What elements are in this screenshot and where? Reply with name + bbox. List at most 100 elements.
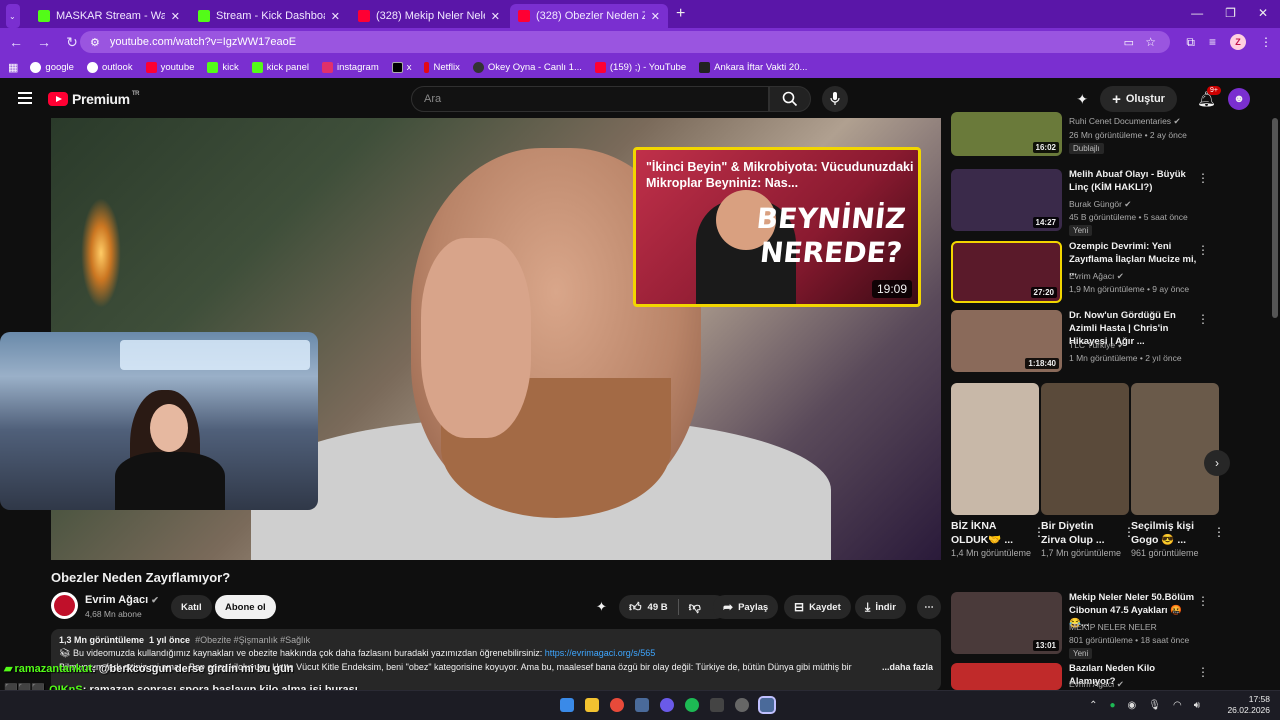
description-link[interactable]: https://evrimagaci.org/s/565	[545, 648, 656, 658]
short-item[interactable]: Bir Diyetin Zirva Olup ... 1,7 Mn görünt…	[1041, 383, 1135, 560]
channel-avatar[interactable]	[51, 592, 78, 619]
close-icon[interactable]: ✕	[491, 10, 500, 23]
subscribe-button[interactable]: Abone ol	[215, 595, 276, 619]
steam-icon[interactable]	[635, 698, 649, 712]
taskbar-clock[interactable]: 17:58 26.02.2026	[1227, 694, 1270, 717]
search-button[interactable]	[769, 86, 811, 112]
discord-icon[interactable]	[660, 698, 674, 712]
short-thumbnail[interactable]	[1131, 383, 1219, 515]
bookmark-star-icon[interactable]: ☆	[1145, 35, 1156, 49]
chrome-icon[interactable]	[610, 698, 624, 712]
tray-app-icon[interactable]: ●	[1109, 700, 1115, 711]
related-thumbnail[interactable]: 27:20	[951, 241, 1062, 303]
tab-obezler-video[interactable]: (328) Obezler Neden Zayıflamıy ✕	[510, 4, 668, 28]
app-icon[interactable]	[735, 698, 749, 712]
download-button[interactable]: ⤓ İndir	[855, 595, 906, 619]
related-video[interactable]: 27:20 Ozempic Devrimi: Yeni Zayıflama İl…	[951, 241, 1221, 305]
save-button[interactable]: ⊟ Kaydet	[784, 595, 851, 619]
extensions-icon[interactable]: ⧉	[1186, 35, 1195, 50]
tab-search-button[interactable]: ⌄	[6, 4, 20, 28]
related-channel[interactable]: MEKİP NELER NELER	[1069, 622, 1157, 632]
media-icon[interactable]: ≡	[1209, 35, 1216, 49]
related-thumbnail[interactable]: 1:18:40	[951, 310, 1062, 372]
wifi-icon[interactable]: ◠	[1173, 700, 1182, 711]
profile-avatar[interactable]: Z	[1230, 34, 1246, 50]
related-channel[interactable]: Ruhi Cenet Documentaries ✔	[1069, 116, 1181, 127]
related-channel[interactable]: TLC Türkiye ✔	[1069, 340, 1125, 351]
file-explorer-icon[interactable]	[585, 698, 599, 712]
more-options-icon[interactable]: ⋮	[1197, 312, 1209, 326]
back-icon[interactable]: ←	[4, 34, 28, 50]
bookmark-instagram[interactable]: instagram	[322, 61, 379, 73]
notifications-button[interactable]: 🔔︎ 9+	[1197, 85, 1221, 109]
volume-icon[interactable]: 🔊︎	[1194, 700, 1200, 711]
page-scrollbar[interactable]	[1272, 118, 1278, 318]
obs-icon[interactable]	[710, 698, 724, 712]
tab-kick-dashboard[interactable]: Stream - Kick Dashboard ✕	[190, 4, 348, 28]
bookmark-okey[interactable]: Okey Oyna - Canlı 1...	[472, 61, 582, 73]
close-window-icon[interactable]: ✕	[1258, 6, 1268, 20]
related-channel[interactable]: Burak Güngör ✔	[1069, 199, 1131, 210]
maximize-icon[interactable]: ❐	[1225, 6, 1236, 20]
hashtags[interactable]: #Obezite #Şişmanlık #Sağlık	[195, 635, 310, 645]
bookmark-kick[interactable]: kick	[207, 61, 239, 73]
bookmark-kick-panel[interactable]: kick panel	[251, 61, 309, 73]
cast-gem-icon[interactable]: ✦	[1076, 91, 1088, 108]
tab-mekip-video[interactable]: (328) Mekip Neler Neler 50.Bölü ✕	[350, 4, 508, 28]
related-video[interactable]: Bazıları Neden Kilo Alamıyor? Evrim Ağac…	[951, 663, 1221, 693]
bookmark-netflix[interactable]: Netflix	[424, 61, 460, 73]
hamburger-menu-icon[interactable]	[18, 92, 32, 104]
minimize-icon[interactable]: —	[1191, 6, 1203, 20]
more-options-icon[interactable]: ⋮	[1197, 665, 1209, 679]
short-item[interactable]: BİZ İKNA OLDUK🤝 ... 1,4 Mn görüntüleme ⋮	[951, 383, 1045, 560]
share-button[interactable]: ➦ Paylaş	[713, 595, 779, 619]
browser-menu-icon[interactable]: ⋮	[1260, 35, 1272, 49]
end-screen-video-card[interactable]: "İkinci Beyin" & Mikrobiyota: Vücudunuzd…	[633, 147, 921, 307]
create-button[interactable]: + Oluştur	[1100, 86, 1177, 112]
new-tab-button[interactable]: +	[676, 5, 685, 23]
gem-icon[interactable]: ✦	[596, 599, 607, 615]
windows-start-icon[interactable]	[560, 698, 574, 712]
more-options-icon[interactable]: ⋮	[1213, 525, 1225, 539]
related-video[interactable]: 13:01 Mekip Neler Neler 50.Bölüm Cibonun…	[951, 592, 1221, 659]
more-options-icon[interactable]: ⋮	[1197, 594, 1209, 608]
short-thumbnail[interactable]	[1041, 383, 1129, 515]
dislike-icon[interactable]: 👎︎	[689, 600, 701, 615]
tray-steam-icon[interactable]: ◉	[1128, 700, 1137, 711]
close-icon[interactable]: ✕	[651, 10, 660, 23]
related-thumbnail[interactable]: 14:27	[951, 169, 1062, 231]
more-actions-button[interactable]: ⋯	[917, 595, 941, 619]
bookmark-youtube-159[interactable]: (159) ;) - YouTube	[594, 61, 686, 73]
related-video[interactable]: 14:27 Melih Abuaf Olayı - Büyük Linç (Kİ…	[951, 169, 1221, 236]
related-thumbnail[interactable]: 13:01	[951, 592, 1062, 654]
site-info-icon[interactable]: ⚙	[90, 36, 100, 49]
short-title[interactable]: Seçilmiş kişi Gogo 😎 ...	[1131, 519, 1201, 547]
video-description[interactable]: 1,3 Mn görüntüleme 1 yıl önce #Obezite #…	[51, 629, 941, 691]
close-icon[interactable]: ✕	[171, 10, 180, 23]
address-bar[interactable]: ⚙ youtube.com/watch?v=IgzWW17eaoE ▭ ☆	[80, 31, 1170, 53]
short-thumbnail[interactable]	[951, 383, 1039, 515]
related-channel[interactable]: Evrim Ağacı ✔	[1069, 679, 1124, 690]
tray-mic-icon[interactable]: 🎙︎	[1148, 700, 1161, 711]
related-thumbnail[interactable]: 16:02	[951, 112, 1062, 156]
like-icon[interactable]: 👍︎	[629, 600, 642, 615]
more-options-icon[interactable]: ⋮	[1197, 243, 1209, 257]
related-channel[interactable]: Evrim Ağacı ✔	[1069, 271, 1124, 282]
close-icon[interactable]: ✕	[331, 10, 340, 23]
show-more-link[interactable]: ...daha fazla	[877, 662, 933, 672]
youtube-premium-logo[interactable]: Premium TR	[48, 91, 140, 107]
voice-search-button[interactable]	[822, 86, 848, 112]
forward-icon[interactable]: →	[32, 34, 56, 50]
short-item[interactable]: Seçilmiş kişi Gogo 😎 ... 961 görüntüleme…	[1131, 383, 1225, 560]
like-count[interactable]: 49 B	[648, 602, 668, 613]
channel-name[interactable]: Evrim Ağacı ✔	[85, 594, 159, 606]
bookmark-outlook[interactable]: outlook	[86, 61, 133, 73]
tab-maskar-stream[interactable]: MASKAR Stream - Watch Live o ✕	[30, 4, 188, 28]
bookmark-ankara-iftar[interactable]: Ankara İftar Vakti 20...	[699, 61, 807, 73]
steam-active-icon[interactable]	[758, 696, 776, 714]
spotify-icon[interactable]	[685, 698, 699, 712]
cast-icon[interactable]: ▭	[1124, 36, 1134, 49]
apps-icon[interactable]: ▦	[8, 61, 18, 74]
shorts-next-button[interactable]: ›	[1204, 450, 1230, 476]
related-video[interactable]: 16:02 Ruhi Cenet Documentaries ✔ 26 Mn g…	[951, 112, 1221, 172]
